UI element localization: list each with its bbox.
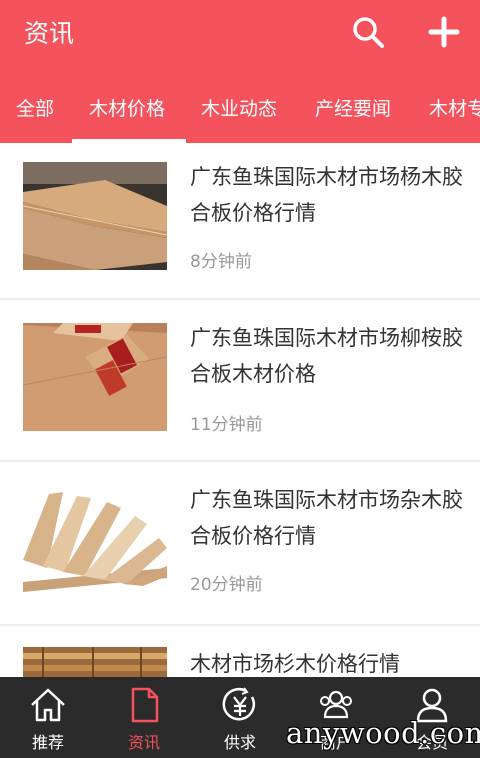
tab-all[interactable]: 全部	[16, 94, 54, 121]
article-thumbnail	[23, 647, 167, 677]
tab-wood-price[interactable]: 木材价格	[89, 94, 165, 121]
article-title: 木材市场杉木价格行情	[190, 652, 400, 676]
category-tabs: 全部 木材价格 木业动态 产经要闻 木材专	[0, 76, 480, 143]
home-icon	[31, 688, 65, 722]
article-thumbnail	[23, 323, 167, 431]
page-title: 资讯	[24, 19, 75, 48]
yen-icon	[222, 687, 256, 721]
nav-label: 推荐	[31, 733, 64, 752]
article-thumbnail	[23, 486, 167, 594]
article-time: 8分钟前	[190, 252, 252, 272]
search-icon[interactable]	[350, 14, 386, 50]
article-title: 广东鱼珠国际木材市场柳桉胶合板木材价格	[190, 326, 463, 386]
nav-item-recommend[interactable]: 推荐	[0, 677, 96, 758]
watermark-text: anywood.com	[286, 716, 480, 750]
nav-item-news[interactable]: 资讯	[96, 677, 192, 758]
tab-wood-special[interactable]: 木材专	[429, 94, 480, 121]
app-header: 资讯 全部 木材价格 木业动态 产经要闻 木材专	[0, 0, 480, 143]
tab-industry-news[interactable]: 木业动态	[201, 94, 277, 121]
nav-label: 资讯	[127, 733, 160, 752]
add-icon[interactable]	[426, 14, 462, 50]
nav-label: 供求	[223, 733, 256, 752]
nav-item-supply[interactable]: 供求	[192, 677, 288, 758]
article-title: 广东鱼珠国际木材市场杂木胶合板价格行情	[190, 488, 463, 548]
article-time: 11分钟前	[190, 415, 263, 435]
article-title: 广东鱼珠国际木材市场杨木胶合板价格行情	[190, 165, 463, 225]
article-time: 20分钟前	[190, 575, 263, 595]
article-item[interactable]: 广东鱼珠国际木材市场柳桉胶合板木材价格 11分钟前	[0, 300, 480, 460]
article-thumbnail	[23, 162, 167, 270]
article-item[interactable]: 木材市场杉木价格行情	[0, 626, 480, 677]
article-item[interactable]: 广东鱼珠国际木材市场杨木胶合板价格行情 8分钟前	[0, 143, 480, 298]
tab-economy-news[interactable]: 产经要闻	[315, 94, 391, 121]
document-icon	[131, 687, 159, 723]
article-item[interactable]: 广东鱼珠国际木材市场杂木胶合板价格行情 20分钟前	[0, 462, 480, 624]
article-list: 广东鱼珠国际木材市场杨木胶合板价格行情 8分钟前 广东鱼珠国际木材市场柳桉胶合板…	[0, 143, 480, 677]
